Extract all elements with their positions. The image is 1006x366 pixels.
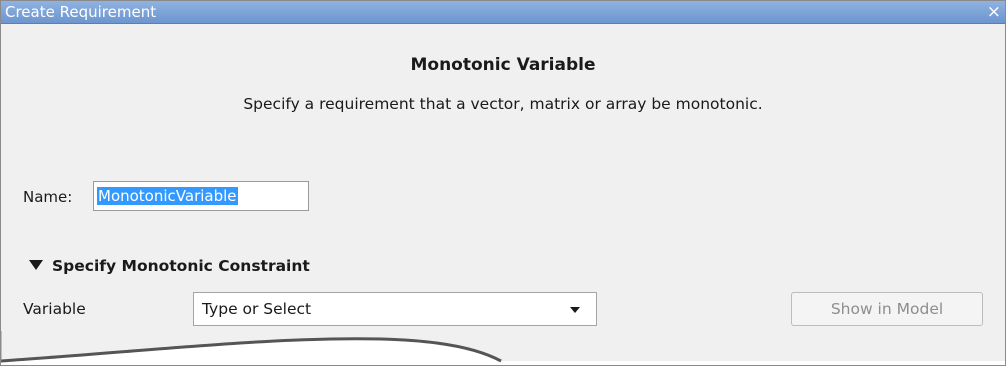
close-icon[interactable]: × — [987, 1, 1001, 23]
name-label: Name: — [23, 188, 73, 206]
window-title: Create Requirement — [5, 3, 157, 21]
dialog-description: Specify a requirement that a vector, mat… — [243, 95, 763, 113]
name-input-value: MonotonicVariable — [97, 187, 238, 205]
create-requirement-dialog: Create Requirement × Monotonic Variable … — [0, 0, 1006, 366]
dialog-heading: Monotonic Variable — [410, 55, 596, 75]
variable-dropdown-value: Type or Select — [202, 300, 312, 318]
title-bar[interactable]: Create Requirement × — [1, 1, 1005, 24]
torn-edge-decoration — [1, 331, 1005, 365]
show-in-model-button[interactable]: Show in Model — [791, 292, 983, 326]
name-input[interactable]: MonotonicVariable — [93, 181, 309, 211]
dropdown-arrow-icon[interactable] — [570, 307, 580, 313]
variable-label: Variable — [23, 300, 86, 318]
section-title: Specify Monotonic Constraint — [52, 257, 310, 275]
triangle-down-icon[interactable] — [29, 260, 43, 270]
section-monotonic-constraint[interactable]: Specify Monotonic Constraint — [29, 257, 310, 275]
variable-dropdown[interactable]: Type or Select — [193, 292, 597, 326]
